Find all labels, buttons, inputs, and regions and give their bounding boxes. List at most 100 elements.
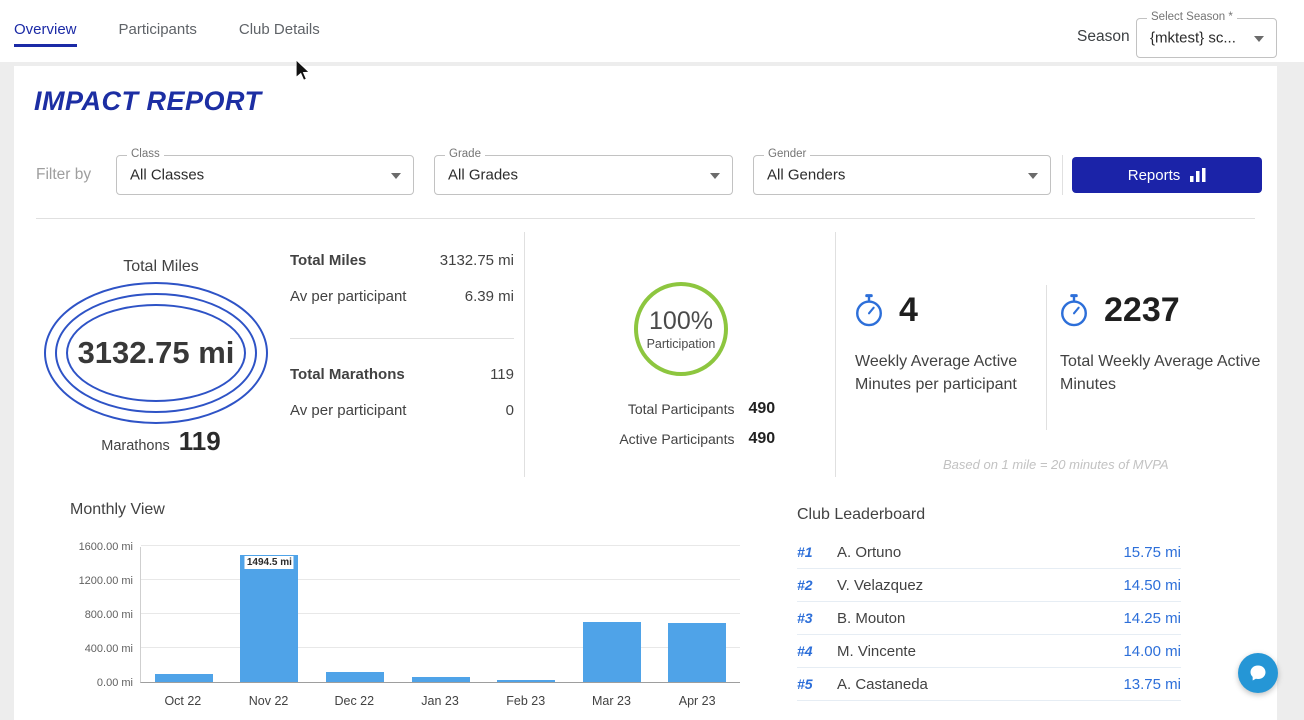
- chart-bar-apr-23: [654, 547, 740, 682]
- stopwatch-icon: [856, 293, 882, 326]
- leaderboard-row: #5 A. Castaneda 13.75 mi: [797, 668, 1181, 701]
- gender-filter-value: All Genders: [767, 166, 846, 184]
- grade-filter-select[interactable]: Grade All Grades: [434, 148, 733, 195]
- summary-avg-marathons-label: Av per participant: [290, 402, 407, 419]
- chart-plot-area: 1494.5 mi: [140, 545, 740, 683]
- bar-chart-icon: [1190, 168, 1206, 182]
- chart-x-label: Nov 22: [248, 694, 289, 708]
- bar-value-label: 1494.5 mi: [244, 556, 294, 569]
- summary-avg-marathons-value: 0: [505, 402, 514, 419]
- participant-name: A. Castaneda: [837, 675, 928, 693]
- chart-bar-mar-23: [569, 547, 655, 682]
- total-weekly-description: Total Weekly Average Active Minutes: [1060, 353, 1261, 394]
- marathons-value: 119: [178, 426, 221, 456]
- participant-name: M. Vincente: [837, 642, 916, 660]
- summary-total-marathons-label: Total Marathons: [290, 366, 405, 383]
- tab-participants[interactable]: Participants: [119, 16, 197, 47]
- summary-avg-miles-label: Av per participant: [290, 288, 407, 305]
- participant-miles: 13.75 mi: [1123, 675, 1181, 693]
- class-filter-value: All Classes: [130, 166, 205, 184]
- class-filter-select[interactable]: Class All Classes: [116, 148, 414, 195]
- club-leaderboard: #1 A. Ortuno 15.75 mi #2 V. Velazquez 14…: [797, 536, 1181, 701]
- monthly-view-chart: 0.00 mi 400.00 mi 800.00 mi 1200.00 mi 1600.…: [70, 536, 760, 718]
- total-participants-row: Total Participants 490: [556, 394, 806, 424]
- total-miles-card-title: Total Miles: [123, 258, 199, 275]
- rank-badge: #3: [797, 610, 813, 626]
- grade-filter-label: Grade: [445, 148, 485, 160]
- filter-divider: [1062, 155, 1063, 195]
- participation-rows: Total Participants 490 Active Participan…: [556, 394, 806, 454]
- active-participants-row: Active Participants 490: [556, 424, 806, 454]
- chart-bar-dec-22: [312, 547, 398, 682]
- chat-launcher-button[interactable]: [1238, 653, 1278, 693]
- summary-row-total-marathons: Total Marathons 119: [290, 366, 514, 383]
- chart-y-tick: 400.00 mi: [84, 643, 133, 655]
- active-participants-label: Active Participants: [619, 431, 735, 447]
- class-filter-label: Class: [127, 148, 164, 160]
- chart-y-tick: 800.00 mi: [84, 609, 133, 621]
- total-participants-label: Total Participants: [627, 401, 735, 417]
- chart-y-axis: 0.00 mi 400.00 mi 800.00 mi 1200.00 mi 1600.…: [70, 541, 133, 689]
- gender-filter-label: Gender: [764, 148, 811, 160]
- chevron-down-icon: [1254, 36, 1264, 42]
- weekly-average-description: Weekly Average Active Minutes per partic…: [855, 353, 1018, 394]
- stopwatch-icon: [1061, 293, 1087, 326]
- page-title: IMPACT REPORT: [34, 86, 262, 116]
- rank-badge: #5: [797, 676, 813, 692]
- chart-x-label: Dec 22: [334, 694, 375, 708]
- reports-button[interactable]: Reports: [1072, 157, 1262, 193]
- rank-badge: #1: [797, 544, 813, 560]
- chart-x-label: Jan 23: [421, 694, 459, 708]
- tab-overview[interactable]: Overview: [14, 16, 77, 47]
- total-weekly-value: 2237: [1104, 290, 1180, 329]
- summary-total-marathons-value: 119: [490, 366, 514, 383]
- chart-bar-nov-22: 1494.5 mi: [227, 547, 313, 682]
- season-label: Season: [1077, 28, 1130, 45]
- weekly-average-value: 4: [899, 290, 918, 329]
- filter-by-label: Filter by: [36, 166, 92, 183]
- chevron-down-icon: [1028, 173, 1038, 179]
- rank-badge: #4: [797, 643, 813, 659]
- season-select-value: {mktest} sc...: [1150, 29, 1236, 47]
- leaderboard-row: #1 A. Ortuno 15.75 mi: [797, 536, 1181, 569]
- mvpa-footnote: Based on 1 mile = 20 minutes of MVPA: [943, 457, 1169, 472]
- marathons-label: Marathons: [101, 438, 170, 454]
- season-select[interactable]: Select Season * {mktest} sc...: [1136, 11, 1277, 58]
- stats-divider-2: [835, 232, 836, 477]
- leaderboard-row: #3 B. Mouton 14.25 mi: [797, 602, 1181, 635]
- chart-y-tick: 1600.00 mi: [78, 541, 133, 553]
- marathons-summary: Marathons 119: [36, 426, 286, 457]
- gender-filter-select[interactable]: Gender All Genders: [753, 148, 1051, 195]
- participant-name: V. Velazquez: [837, 576, 924, 594]
- leaderboard-row: #2 V. Velazquez 14.50 mi: [797, 569, 1181, 602]
- participant-name: B. Mouton: [837, 609, 906, 627]
- stats-divider-3: [1046, 285, 1047, 430]
- summary-avg-miles-value: 6.39 mi: [464, 288, 514, 305]
- summary-total-miles-value: 3132.75 mi: [439, 252, 514, 269]
- chat-bubble-icon: [1250, 665, 1266, 681]
- total-participants-value: 490: [748, 400, 776, 417]
- total-weekly-stat: 2237 Total Weekly Average Active Minutes: [1060, 290, 1275, 396]
- participant-miles: 14.50 mi: [1123, 576, 1181, 594]
- summary-total-miles-label: Total Miles: [290, 252, 367, 269]
- chart-x-label: Mar 23: [592, 694, 631, 708]
- active-participants-value: 490: [748, 430, 776, 447]
- participation-label: Participation: [646, 337, 716, 351]
- summary-row-avg-miles: Av per participant 6.39 mi: [290, 288, 514, 305]
- tab-club-details[interactable]: Club Details: [239, 16, 320, 47]
- grade-filter-value: All Grades: [448, 166, 519, 184]
- nav-tabs: Overview Participants Club Details: [14, 0, 320, 62]
- reports-button-label: Reports: [1127, 166, 1181, 184]
- chart-y-tick: 1200.00 mi: [78, 575, 133, 587]
- participant-miles: 14.00 mi: [1123, 642, 1181, 660]
- chart-y-tick: 0.00 mi: [96, 677, 133, 689]
- top-navigation-bar: Overview Participants Club Details Seaso…: [0, 0, 1304, 62]
- summary-divider: [290, 338, 514, 339]
- rank-badge: #2: [797, 577, 813, 593]
- chart-x-axis: Oct 22 Nov 22 Dec 22 Jan 23 Feb 23 Mar 23 Apr …: [140, 694, 740, 708]
- running-track-graphic: 3132.75 mi: [44, 282, 268, 424]
- participant-miles: 15.75 mi: [1123, 543, 1181, 561]
- monthly-view-title: Monthly View: [70, 501, 165, 518]
- participation-circle: 100% Participation: [634, 282, 728, 376]
- chevron-down-icon: [391, 173, 401, 179]
